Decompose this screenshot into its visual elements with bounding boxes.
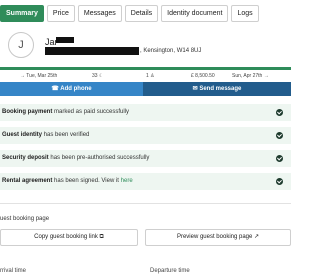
check-icon: [276, 178, 283, 185]
tab-details[interactable]: Details: [124, 5, 159, 22]
check-icon: [276, 155, 283, 162]
section-divider: [0, 203, 291, 204]
guest-address: , Kensington, W14 8UJ: [140, 48, 202, 54]
checkin-date: → Tue, Mar 25th: [20, 72, 58, 79]
send-message-button[interactable]: ✉ Send message: [143, 82, 291, 96]
tab-messages[interactable]: Messages: [77, 5, 122, 22]
tab-summary[interactable]: Summary: [0, 5, 44, 22]
moon-icon: ☾: [98, 72, 104, 79]
status-guest-identity: Guest identity has been verified: [0, 127, 291, 144]
status-booking-payment: Booking payment marked as paid successfu…: [0, 104, 291, 121]
chat-icon: ✉: [192, 86, 198, 92]
nights-count: 33 ☾: [92, 72, 104, 79]
guest-booking-heading: uest booking page: [0, 216, 50, 222]
guest-card: J Jar , Kensington, W14 8UJ: [0, 26, 291, 68]
action-row: ☎ Add phone ✉ Send message: [0, 82, 291, 96]
departure-time-label: Departure time: [150, 268, 190, 274]
tab-price[interactable]: Price: [46, 5, 75, 22]
checkout-date: Sun, Apr 27th →: [232, 72, 269, 79]
status-list: Booking payment marked as paid successfu…: [0, 104, 291, 196]
tab-bar: Summary Price Messages Details Identity …: [0, 5, 259, 22]
copy-icon: ⧉: [99, 234, 104, 240]
tab-identity-document[interactable]: Identity document: [161, 5, 229, 22]
check-icon: [276, 109, 283, 116]
status-rental-agreement: Rental agreement has been signed. View i…: [0, 173, 291, 190]
tab-logs[interactable]: Logs: [231, 5, 259, 22]
booking-meta-row: → Tue, Mar 25th 33 ☾ 1 ♙ £ 8,500.50 Sun,…: [0, 70, 291, 81]
preview-booking-page-button[interactable]: Preview guest booking page ↗: [145, 229, 291, 246]
check-icon: [276, 132, 283, 139]
name-redaction: [56, 37, 74, 43]
guests-count: 1 ♙: [146, 72, 155, 79]
arrival-time-label: rrival time: [0, 268, 27, 274]
add-phone-button[interactable]: ☎ Add phone: [0, 82, 143, 96]
address-redaction: [45, 47, 139, 55]
status-security-deposit: Security deposit has been pre-authorised…: [0, 150, 291, 167]
external-link-icon: ↗: [254, 234, 260, 240]
copy-booking-link-button[interactable]: Copy guest booking link ⧉: [0, 229, 138, 246]
avatar: J: [8, 32, 34, 58]
person-icon: ♙: [150, 72, 155, 79]
booking-price: £ 8,500.50: [191, 72, 215, 79]
phone-icon: ☎: [51, 86, 59, 92]
view-agreement-link[interactable]: here: [121, 178, 133, 184]
